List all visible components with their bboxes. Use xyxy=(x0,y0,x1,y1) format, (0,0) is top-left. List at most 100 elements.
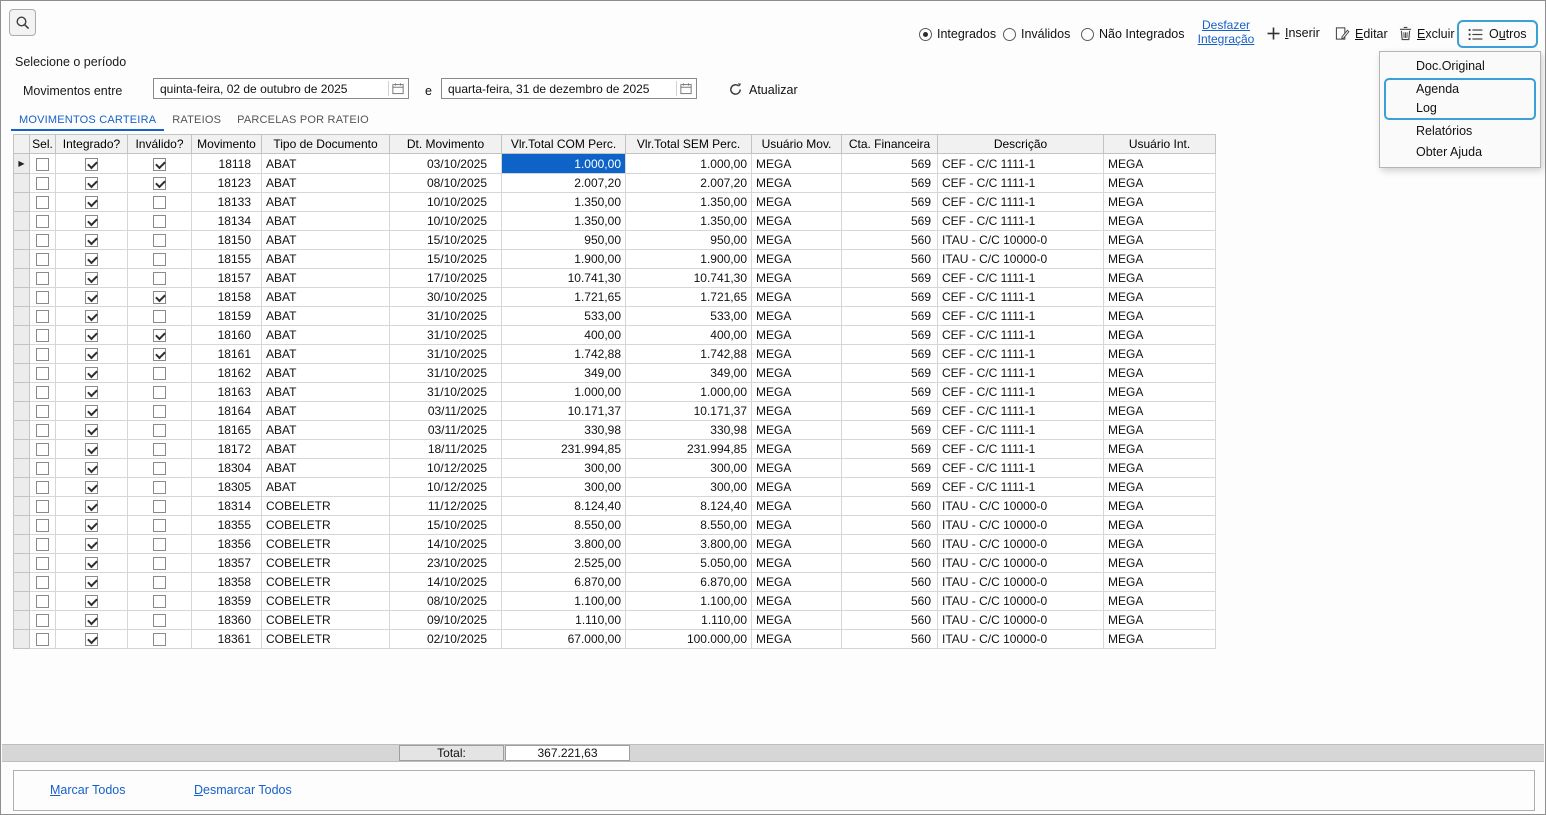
cell-dt[interactable]: 14/10/2025 xyxy=(389,534,502,554)
cell-usuario_mov[interactable]: MEGA xyxy=(751,591,842,611)
cell-vlr_sem[interactable]: 231.994,85 xyxy=(625,439,752,459)
cell-vlr_com[interactable]: 1.742,88 xyxy=(501,344,626,364)
search-button[interactable] xyxy=(9,9,36,36)
checkbox-sel[interactable] xyxy=(36,500,49,514)
cell-cta[interactable]: 569 xyxy=(841,192,938,212)
cell-integrado[interactable] xyxy=(55,230,128,250)
cell-dt[interactable]: 31/10/2025 xyxy=(389,382,502,402)
cell-descricao[interactable]: CEF - C/C 1111-1 xyxy=(937,211,1104,231)
menu-item-doc-original[interactable]: Doc.Original xyxy=(1380,56,1540,77)
cell-vlr_sem[interactable]: 5.050,00 xyxy=(625,553,752,573)
checkbox-invalido[interactable] xyxy=(153,500,166,514)
checkbox-integrado[interactable] xyxy=(85,272,98,286)
checkbox-invalido[interactable] xyxy=(153,481,166,495)
cell-dt[interactable]: 08/10/2025 xyxy=(389,591,502,611)
checkbox-invalido[interactable] xyxy=(153,462,166,476)
cell-dt[interactable]: 15/10/2025 xyxy=(389,249,502,269)
cell-cta[interactable]: 560 xyxy=(841,591,938,611)
table-row[interactable]: 18357 COBELETR 23/10/2025 2.525,00 5.050,00 M… xyxy=(13,553,1216,573)
table-row[interactable]: 18162 ABAT 31/10/2025 349,00 349,00 MEGA 569 CE… xyxy=(13,363,1216,383)
cell-invalido[interactable] xyxy=(127,325,192,345)
cell-vlr_sem[interactable]: 8.124,40 xyxy=(625,496,752,516)
checkbox-integrado[interactable] xyxy=(85,557,98,571)
checkbox-integrado[interactable] xyxy=(85,405,98,419)
cell-vlr_sem[interactable]: 3.800,00 xyxy=(625,534,752,554)
cell-integrado[interactable] xyxy=(55,591,128,611)
cell-tipo[interactable]: ABAT xyxy=(261,287,390,307)
checkbox-integrado[interactable] xyxy=(85,196,98,210)
checkbox-integrado[interactable] xyxy=(85,614,98,628)
cell-integrado[interactable] xyxy=(55,363,128,383)
cell-usuario_int[interactable]: MEGA xyxy=(1103,629,1216,649)
checkbox-sel[interactable] xyxy=(36,405,49,419)
cell-movimento[interactable]: 18314 xyxy=(191,496,262,516)
cell-descricao[interactable]: CEF - C/C 1111-1 xyxy=(937,192,1104,212)
cell-usuario_mov[interactable]: MEGA xyxy=(751,230,842,250)
checkbox-integrado[interactable] xyxy=(85,538,98,552)
cell-descricao[interactable]: ITAU - C/C 10000-0 xyxy=(937,515,1104,535)
table-row[interactable]: 18359 COBELETR 08/10/2025 1.100,00 1.100,00 M… xyxy=(13,591,1216,611)
cell-invalido[interactable] xyxy=(127,401,192,421)
cell-movimento[interactable]: 18359 xyxy=(191,591,262,611)
cell-vlr_com[interactable]: 67.000,00 xyxy=(501,629,626,649)
cell-descricao[interactable]: ITAU - C/C 10000-0 xyxy=(937,572,1104,592)
cell-dt[interactable]: 15/10/2025 xyxy=(389,230,502,250)
cell-usuario_int[interactable]: MEGA xyxy=(1103,268,1216,288)
cell-usuario_mov[interactable]: MEGA xyxy=(751,420,842,440)
table-row[interactable]: 18123 ABAT 08/10/2025 2.007,20 2.007,20 MEGA 5… xyxy=(13,173,1216,193)
cell-invalido[interactable] xyxy=(127,249,192,269)
cell-vlr_sem[interactable]: 1.900,00 xyxy=(625,249,752,269)
table-row[interactable]: 18159 ABAT 31/10/2025 533,00 533,00 MEGA 569 CE… xyxy=(13,306,1216,326)
checkbox-sel[interactable] xyxy=(36,633,49,647)
cell-usuario_int[interactable]: MEGA xyxy=(1103,477,1216,497)
column-header[interactable]: Inválido? xyxy=(127,134,192,154)
checkbox-integrado[interactable] xyxy=(85,329,98,343)
cell-tipo[interactable]: ABAT xyxy=(261,363,390,383)
cell-invalido[interactable] xyxy=(127,192,192,212)
checkbox-sel[interactable] xyxy=(36,614,49,628)
cell-tipo[interactable]: ABAT xyxy=(261,211,390,231)
cell-cta[interactable]: 569 xyxy=(841,344,938,364)
table-row[interactable]: 18133 ABAT 10/10/2025 1.350,00 1.350,00 MEGA 5… xyxy=(13,192,1216,212)
checkbox-sel[interactable] xyxy=(36,576,49,590)
cell-movimento[interactable]: 18355 xyxy=(191,515,262,535)
cell-vlr_sem[interactable]: 1.721,65 xyxy=(625,287,752,307)
cell-tipo[interactable]: ABAT xyxy=(261,344,390,364)
checkbox-invalido[interactable] xyxy=(153,196,166,210)
excluir-button[interactable]: Excluir xyxy=(1399,26,1455,41)
checkbox-integrado[interactable] xyxy=(85,595,98,609)
cell-dt[interactable]: 08/10/2025 xyxy=(389,173,502,193)
cell-vlr_com[interactable]: 10.171,37 xyxy=(501,401,626,421)
checkbox-sel[interactable] xyxy=(36,196,49,210)
cell-movimento[interactable]: 18155 xyxy=(191,249,262,269)
checkbox-integrado[interactable] xyxy=(85,481,98,495)
cell-tipo[interactable]: ABAT xyxy=(261,420,390,440)
calendar-icon[interactable] xyxy=(388,81,404,96)
cell-tipo[interactable]: ABAT xyxy=(261,382,390,402)
checkbox-sel[interactable] xyxy=(36,291,49,305)
cell-cta[interactable]: 569 xyxy=(841,153,938,174)
cell-cta[interactable]: 569 xyxy=(841,363,938,383)
table-row[interactable]: 18314 COBELETR 11/12/2025 8.124,40 8.124,40 M… xyxy=(13,496,1216,516)
cell-descricao[interactable]: CEF - C/C 1111-1 xyxy=(937,477,1104,497)
cell-cta[interactable]: 569 xyxy=(841,287,938,307)
cell-sel[interactable] xyxy=(29,268,56,288)
cell-usuario_mov[interactable]: MEGA xyxy=(751,610,842,630)
cell-cta[interactable]: 560 xyxy=(841,534,938,554)
cell-cta[interactable]: 560 xyxy=(841,629,938,649)
checkbox-sel[interactable] xyxy=(36,462,49,476)
table-row[interactable]: 18150 ABAT 15/10/2025 950,00 950,00 MEGA 560 IT… xyxy=(13,230,1216,250)
cell-vlr_sem[interactable]: 1.742,88 xyxy=(625,344,752,364)
cell-integrado[interactable] xyxy=(55,192,128,212)
cell-invalido[interactable] xyxy=(127,420,192,440)
cell-cta[interactable]: 569 xyxy=(841,382,938,402)
cell-movimento[interactable]: 18160 xyxy=(191,325,262,345)
checkbox-sel[interactable] xyxy=(36,329,49,343)
cell-dt[interactable]: 15/10/2025 xyxy=(389,515,502,535)
cell-vlr_com[interactable]: 2.007,20 xyxy=(501,173,626,193)
checkbox-invalido[interactable] xyxy=(153,519,166,533)
cell-integrado[interactable] xyxy=(55,610,128,630)
cell-usuario_int[interactable]: MEGA xyxy=(1103,515,1216,535)
cell-vlr_sem[interactable]: 10.741,30 xyxy=(625,268,752,288)
cell-usuario_int[interactable]: MEGA xyxy=(1103,496,1216,516)
